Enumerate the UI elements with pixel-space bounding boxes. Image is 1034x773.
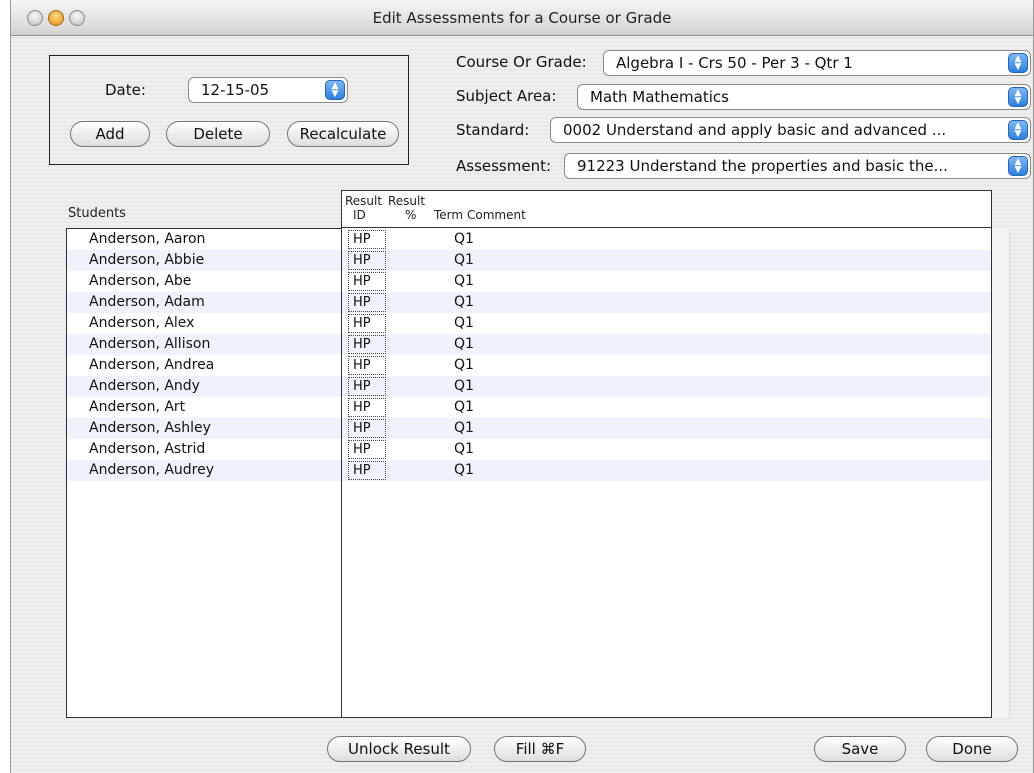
result-pct-header-1[interactable]: Result: [388, 194, 425, 208]
result-row[interactable]: HP Q1: [342, 418, 991, 439]
result-pct-header-2[interactable]: %: [405, 208, 416, 222]
comment-header[interactable]: Comment: [467, 208, 526, 222]
student-row[interactable]: Anderson, Ashley: [67, 418, 341, 439]
done-button[interactable]: Done: [926, 736, 1018, 762]
course-select[interactable]: Algebra I - Crs 50 - Per 3 - Qtr 1 ▲ ▼: [603, 50, 1031, 76]
result-id-cell[interactable]: HP: [348, 419, 386, 438]
term-cell: Q1: [454, 336, 474, 352]
result-row[interactable]: HP Q1: [342, 460, 991, 481]
result-id-cell[interactable]: HP: [348, 440, 386, 459]
result-id-cell[interactable]: HP: [348, 314, 386, 333]
subject-select[interactable]: Math Mathematics ▲ ▼: [577, 84, 1031, 110]
popup-arrows-icon: ▲ ▼: [1008, 156, 1028, 176]
result-row[interactable]: HP Q1: [342, 439, 991, 460]
delete-button[interactable]: Delete: [166, 121, 270, 147]
subject-label: Subject Area:: [456, 87, 557, 105]
student-row[interactable]: Anderson, Andrea: [67, 355, 341, 376]
date-panel: Date: 12-15-05 ▲ ▼ Add Delete Recalculate: [49, 55, 409, 165]
student-row[interactable]: Anderson, Alex: [67, 313, 341, 334]
result-id-cell[interactable]: HP: [348, 230, 386, 249]
term-cell: Q1: [454, 357, 474, 373]
term-header[interactable]: Term: [434, 208, 463, 222]
standard-label: Standard:: [456, 121, 530, 139]
result-id-header-1[interactable]: Result: [345, 194, 382, 208]
term-cell: Q1: [454, 231, 474, 247]
student-row[interactable]: Anderson, Audrey: [67, 460, 341, 481]
term-cell: Q1: [454, 315, 474, 331]
result-row[interactable]: HP Q1: [342, 397, 991, 418]
result-id-cell[interactable]: HP: [348, 272, 386, 291]
result-row[interactable]: HP Q1: [342, 313, 991, 334]
title-bar[interactable]: Edit Assessments for a Course or Grade: [11, 0, 1033, 36]
popup-arrows-icon: ▲ ▼: [1008, 120, 1028, 140]
students-header[interactable]: Students: [68, 206, 126, 221]
unlock-result-button[interactable]: Unlock Result: [327, 736, 471, 762]
term-cell: Q1: [454, 294, 474, 310]
result-row[interactable]: HP Q1: [342, 334, 991, 355]
date-value: 12-15-05: [201, 81, 270, 99]
result-row[interactable]: HP Q1: [342, 292, 991, 313]
popup-arrows-icon: ▲ ▼: [1008, 87, 1028, 107]
recalculate-button[interactable]: Recalculate: [287, 121, 399, 147]
stepper-arrows-icon[interactable]: ▲ ▼: [325, 80, 345, 100]
student-row[interactable]: Anderson, Aaron: [67, 229, 341, 250]
date-stepper[interactable]: 12-15-05 ▲ ▼: [188, 77, 348, 103]
student-row[interactable]: Anderson, Adam: [67, 292, 341, 313]
result-id-cell[interactable]: HP: [348, 293, 386, 312]
result-id-cell[interactable]: HP: [348, 356, 386, 375]
date-label: Date:: [105, 81, 146, 99]
term-cell: Q1: [454, 378, 474, 394]
term-cell: Q1: [454, 462, 474, 478]
standard-value: 0002 Understand and apply basic and adva…: [563, 121, 947, 139]
assessment-label: Assessment:: [456, 157, 552, 175]
window-title: Edit Assessments for a Course or Grade: [372, 9, 672, 27]
result-row[interactable]: HP Q1: [342, 250, 991, 271]
term-cell: Q1: [454, 273, 474, 289]
assessment-value: 91223 Understand the properties and basi…: [577, 157, 948, 175]
result-row[interactable]: HP Q1: [342, 376, 991, 397]
table-scrollbar[interactable]: [992, 228, 1010, 718]
standard-select[interactable]: 0002 Understand and apply basic and adva…: [550, 117, 1031, 143]
student-row[interactable]: Anderson, Allison: [67, 334, 341, 355]
result-id-cell[interactable]: HP: [348, 251, 386, 270]
popup-arrows-icon: ▲ ▼: [1008, 53, 1028, 73]
assessment-select[interactable]: 91223 Understand the properties and basi…: [564, 153, 1031, 179]
result-id-header-2[interactable]: ID: [353, 208, 366, 222]
course-value: Algebra I - Crs 50 - Per 3 - Qtr 1: [616, 54, 853, 72]
result-id-cell[interactable]: HP: [348, 377, 386, 396]
results-header: Result ID Result % Term Comment: [342, 191, 991, 228]
result-id-cell[interactable]: HP: [348, 461, 386, 480]
student-row[interactable]: Anderson, Art: [67, 397, 341, 418]
add-button[interactable]: Add: [70, 121, 150, 147]
students-list[interactable]: Anderson, Aaron Anderson, Abbie Anderson, …: [66, 228, 342, 718]
student-row[interactable]: Anderson, Astrid: [67, 439, 341, 460]
student-row[interactable]: Anderson, Abbie: [67, 250, 341, 271]
student-row[interactable]: Anderson, Abe: [67, 271, 341, 292]
save-button[interactable]: Save: [814, 736, 906, 762]
term-cell: Q1: [454, 252, 474, 268]
fill-button[interactable]: Fill ⌘F: [494, 736, 586, 762]
result-row[interactable]: HP Q1: [342, 271, 991, 292]
subject-value: Math Mathematics: [590, 88, 729, 106]
term-cell: Q1: [454, 441, 474, 457]
window: Edit Assessments for a Course or Grade D…: [10, 0, 1034, 773]
result-id-cell[interactable]: HP: [348, 398, 386, 417]
result-row[interactable]: HP Q1: [342, 229, 991, 250]
results-table[interactable]: Result ID Result % Term Comment HP Q1 HP Q1…: [341, 190, 992, 718]
result-id-cell[interactable]: HP: [348, 335, 386, 354]
student-row[interactable]: Anderson, Andy: [67, 376, 341, 397]
result-row[interactable]: HP Q1: [342, 355, 991, 376]
term-cell: Q1: [454, 420, 474, 436]
course-label: Course Or Grade:: [456, 53, 587, 71]
term-cell: Q1: [454, 399, 474, 415]
